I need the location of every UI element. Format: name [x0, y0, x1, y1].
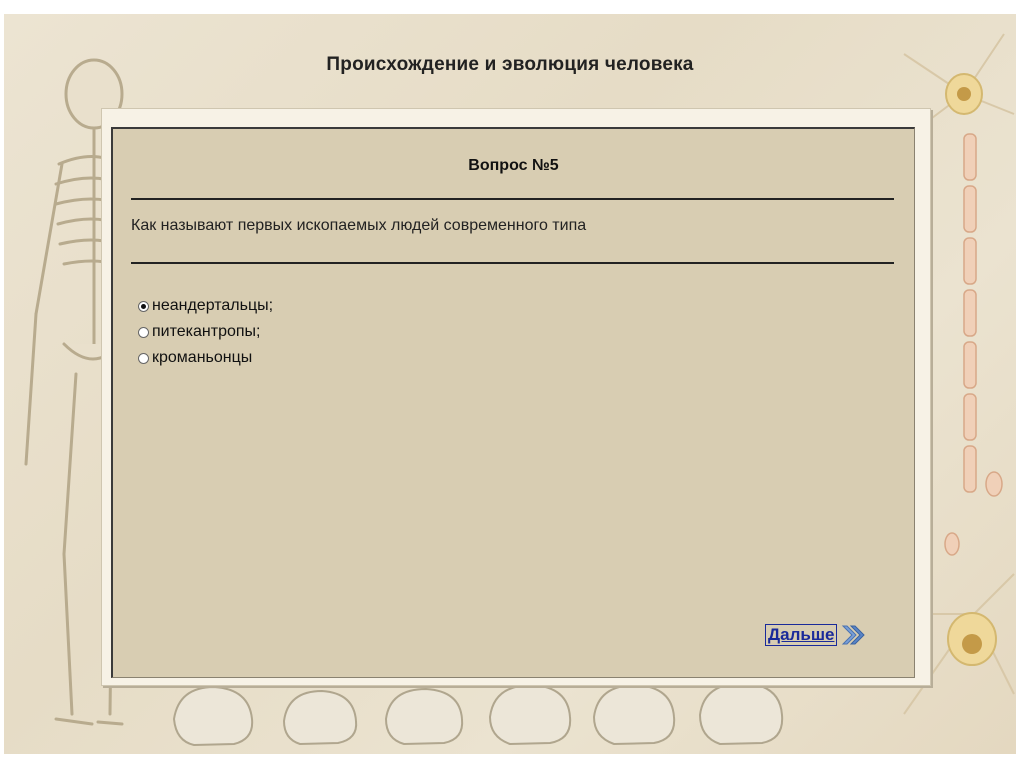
bottom-divider [131, 262, 894, 264]
radio-button[interactable] [138, 352, 149, 364]
next-link[interactable]: Дальше [765, 624, 838, 646]
answer-option-label: кроманьонцы [152, 349, 253, 366]
answer-option-3[interactable]: кроманьонцы [138, 345, 273, 371]
answer-option-2[interactable]: питекантропы; [138, 319, 273, 345]
page-title: Происхождение и эволюция человека [326, 54, 694, 75]
answer-option-label: неандертальцы; [152, 297, 274, 314]
radio-button[interactable] [138, 300, 149, 312]
top-divider [131, 198, 894, 200]
skulls-illustration [172, 681, 784, 747]
answer-options: неандертальцы; питекантропы; кроманьонцы [138, 293, 273, 371]
answer-option-label: питекантропы; [152, 323, 261, 340]
quiz-panel: Вопрос №5 Как называют первых ископаемых… [111, 127, 915, 678]
question-number: Вопрос №5 [468, 157, 559, 174]
next-button[interactable]: Дальше [765, 622, 866, 648]
window: Происхождение и эволюция человека Вопрос… [0, 0, 1024, 767]
radio-button[interactable] [138, 326, 149, 338]
background: Происхождение и эволюция человека Вопрос… [4, 14, 1016, 754]
quiz-frame: Вопрос №5 Как называют первых ископаемых… [101, 108, 931, 686]
double-chevron-right-icon[interactable] [840, 622, 866, 648]
answer-option-1[interactable]: неандертальцы; [138, 293, 273, 319]
question-text: Как называют первых ископаемых людей сов… [131, 217, 587, 234]
